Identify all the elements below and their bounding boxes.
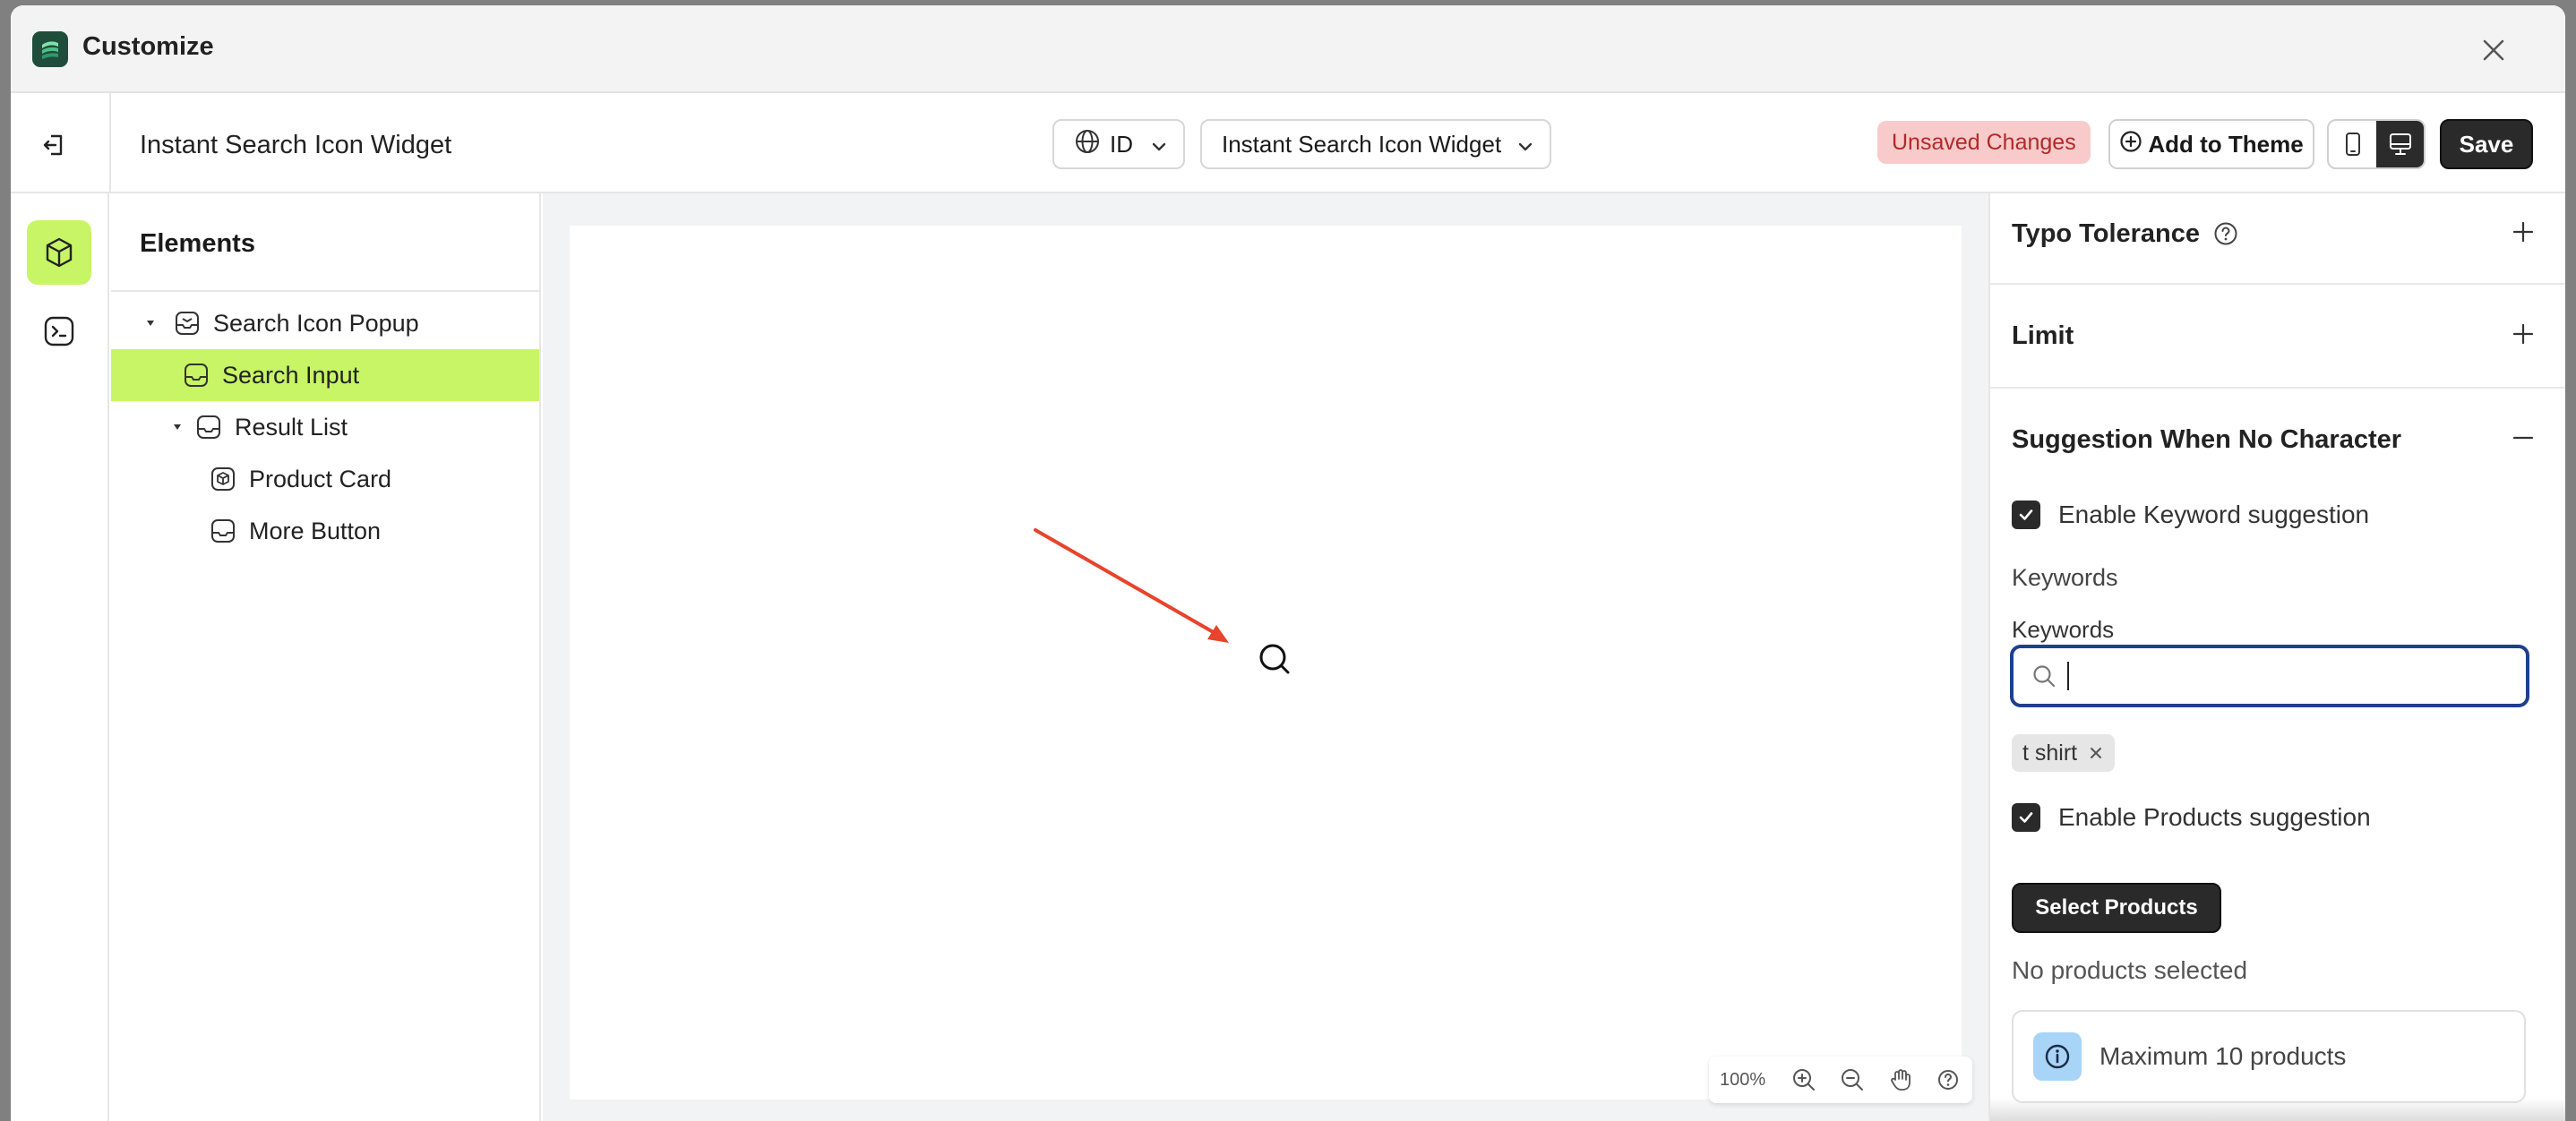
editor-toolbar: Instant Search Icon Widget ID Instant Se… [11, 93, 2565, 193]
keyword-tag: t shirt [2012, 734, 2116, 772]
preview-canvas: 100% [570, 226, 1972, 1103]
info-text: Maximum 10 products [2099, 1042, 2347, 1070]
caret-down-icon[interactable] [142, 318, 159, 329]
divider [111, 290, 539, 292]
divider [1990, 387, 2565, 389]
tree-item-search-icon-popup[interactable]: Search Icon Popup [111, 297, 539, 349]
info-icon [2033, 1032, 2082, 1081]
tree-item-label: More Button [249, 517, 382, 544]
product-card-icon [208, 464, 238, 494]
language-value: ID [1110, 130, 1133, 158]
keywords-input[interactable] [2083, 662, 2513, 690]
section-typo-tolerance[interactable]: Typo Tolerance [2012, 211, 2546, 256]
globe-icon [1074, 128, 1101, 161]
save-button[interactable]: Save [2440, 119, 2533, 169]
language-select[interactable]: ID [1052, 119, 1185, 169]
help-icon[interactable] [2212, 220, 2239, 247]
add-to-theme-label: Add to Theme [2148, 130, 2304, 158]
title-bar: Customize [11, 5, 2565, 93]
section-title: Typo Tolerance [2012, 218, 2201, 248]
zoom-in-icon[interactable] [1781, 1057, 1829, 1103]
desktop-view-icon[interactable] [2376, 121, 2424, 167]
caret-down-icon[interactable] [168, 422, 186, 432]
elements-panel: Elements Search Icon Popup Search Input … [111, 193, 541, 1121]
container-icon [193, 412, 224, 442]
no-products-text: No products selected [2012, 956, 2248, 984]
search-icon[interactable] [1255, 639, 1294, 679]
container-icon [172, 308, 202, 338]
keywords-field-label: Keywords [2012, 616, 2115, 643]
scroll-fade [1990, 1098, 2565, 1121]
unsaved-changes-badge: Unsaved Changes [1877, 121, 2091, 164]
toolbar-divider [109, 93, 111, 193]
tree-item-product-card[interactable]: Product Card [111, 453, 539, 505]
enable-keyword-suggestion[interactable]: Enable Keyword suggestion [2012, 492, 2546, 537]
divider [1990, 283, 2565, 285]
text-cursor [2067, 662, 2069, 690]
keywords-heading: Keywords [2012, 564, 2118, 591]
products-suggestion-checkbox[interactable] [2012, 803, 2040, 832]
tree-item-label: Search Icon Popup [213, 309, 419, 337]
checkbox-label: Enable Keyword suggestion [2058, 501, 2370, 528]
mobile-view-icon[interactable] [2329, 121, 2376, 167]
search-icon [2031, 663, 2057, 689]
chevron-down-icon [1149, 135, 1169, 163]
keyword-tag-label: t shirt [2022, 740, 2078, 766]
keywords-input-wrapper[interactable] [2010, 645, 2529, 707]
add-to-theme-button[interactable]: Add to Theme [2108, 119, 2314, 169]
plus-circle-icon [2119, 130, 2142, 159]
widget-select-value: Instant Search Icon Widget [1222, 130, 1502, 158]
left-rail [11, 193, 109, 1121]
zoom-toolbar: 100% [1709, 1057, 1972, 1103]
section-title: Suggestion When No Character [2012, 424, 2402, 454]
close-icon[interactable] [2476, 32, 2512, 68]
tree-item-label: Product Card [249, 465, 392, 492]
section-suggestion-no-character[interactable]: Suggestion When No Character [2012, 417, 2546, 462]
select-products-button[interactable]: Select Products [2012, 883, 2221, 933]
device-toggle [2327, 119, 2426, 169]
widget-select[interactable]: Instant Search Icon Widget [1200, 119, 1551, 169]
checkbox-label: Enable Products suggestion [2058, 803, 2371, 831]
keyword-suggestion-checkbox[interactable] [2012, 501, 2040, 529]
customize-window: Customize Instant Search Icon Widget ID … [11, 5, 2565, 1121]
section-title: Limit [2012, 321, 2074, 350]
container-icon [208, 516, 238, 546]
page-title: Instant Search Icon Widget [140, 131, 452, 159]
settings-panel: Typo Tolerance Limit Suggestion When No … [1988, 193, 2565, 1121]
tree-item-more-button[interactable]: More Button [111, 505, 539, 557]
chevron-down-icon [1516, 135, 1535, 163]
enable-products-suggestion[interactable]: Enable Products suggestion [2012, 795, 2546, 840]
exit-icon[interactable] [36, 127, 72, 163]
info-notice: Maximum 10 products [2012, 1010, 2526, 1103]
section-limit[interactable]: Limit [2012, 313, 2546, 358]
plus-icon[interactable] [2510, 218, 2537, 245]
remove-tag-icon[interactable] [2088, 745, 2104, 761]
tree-item-result-list[interactable]: Result List [111, 401, 539, 453]
app-logo-icon [32, 31, 68, 67]
plus-icon[interactable] [2510, 321, 2537, 347]
window-title: Customize [82, 32, 214, 61]
zoom-level: 100% [1720, 1069, 1766, 1090]
elements-title: Elements [140, 229, 255, 258]
help-icon[interactable] [1924, 1057, 1972, 1103]
hand-pan-icon[interactable] [1876, 1057, 1925, 1103]
tree-item-label: Search Input [222, 361, 360, 389]
zoom-out-icon[interactable] [1828, 1057, 1876, 1103]
tree-item-label: Result List [235, 413, 348, 441]
minus-icon[interactable] [2510, 424, 2537, 451]
elements-cube-icon[interactable] [27, 220, 91, 285]
code-terminal-icon[interactable] [27, 299, 91, 364]
tree-item-search-input[interactable]: Search Input [111, 349, 539, 401]
preview-area: 100% [543, 193, 1988, 1121]
container-icon [181, 360, 211, 390]
